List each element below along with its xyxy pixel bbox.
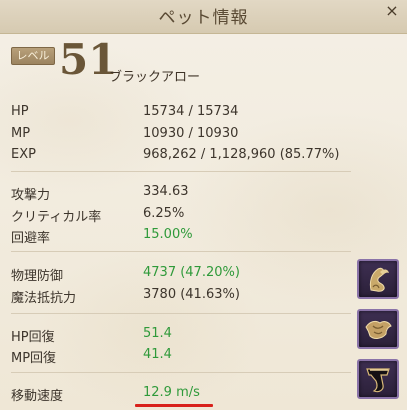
level-badge: レベル	[11, 47, 55, 65]
stat-value-mp: 10930 / 10930	[143, 126, 239, 141]
stat-label-evasion: 回避率	[11, 231, 51, 246]
stat-label-mp: MP	[11, 126, 31, 141]
equipment-slot-helmet[interactable]	[357, 259, 399, 299]
stat-value-mp-regen: 41.4	[143, 347, 172, 362]
stat-value-attack: 334.63	[143, 184, 189, 199]
stat-label-attack: 攻撃力	[11, 188, 51, 203]
equipment-slot-claw[interactable]	[357, 359, 399, 399]
stat-label-mp-regen: MP回復	[11, 351, 57, 366]
stat-label-hp-regen: HP回復	[11, 330, 55, 345]
highlight-underline	[135, 404, 213, 407]
stat-value-hp-regen: 51.4	[143, 326, 172, 341]
close-icon[interactable]: ×	[383, 0, 401, 22]
stat-value-phys-def: 4737 (47.20%)	[143, 265, 240, 280]
stat-label-hp: HP	[11, 104, 29, 119]
divider	[11, 313, 351, 314]
stat-label-phys-def: 物理防御	[11, 269, 64, 284]
stat-label-magic-res: 魔法抵抗力	[11, 291, 77, 306]
stat-value-hp: 15734 / 15734	[143, 104, 239, 119]
pet-info-window: ペット情報 × レベル 51 ブラックアロー HP 15734 / 15734 …	[0, 0, 407, 410]
stat-label-exp: EXP	[11, 147, 36, 162]
armor-icon	[365, 320, 392, 339]
stat-value-evasion: 15.00%	[143, 227, 193, 242]
pet-name: ブラックアロー	[109, 70, 201, 85]
equipment-slot-armor[interactable]	[357, 309, 399, 349]
stat-value-magic-res: 3780 (41.63%)	[143, 287, 240, 302]
stat-value-exp: 968,262 / 1,128,960 (85.77%)	[143, 147, 340, 162]
stat-label-critical: クリティカル率	[11, 210, 102, 225]
window-header: ペット情報 ×	[0, 0, 407, 34]
helmet-icon	[369, 267, 389, 292]
divider	[11, 372, 351, 373]
window-title: ペット情報	[158, 8, 249, 28]
stat-label-move-speed: 移動速度	[11, 389, 64, 404]
stat-value-move-speed: 12.9 m/s	[143, 385, 200, 400]
claw-icon	[366, 368, 390, 393]
stat-value-critical: 6.25%	[143, 206, 185, 221]
divider	[11, 171, 351, 172]
divider	[11, 251, 351, 252]
